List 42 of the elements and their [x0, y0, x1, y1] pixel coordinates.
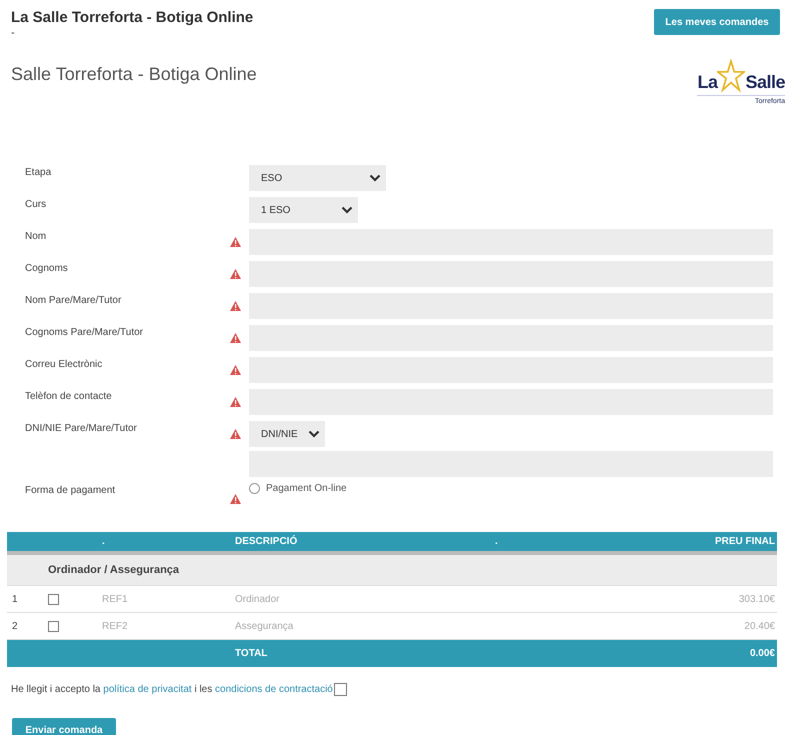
select-field[interactable]: 1 ESO [249, 197, 358, 223]
field-label: Nom [25, 230, 48, 244]
total-value: 0.00€ [750, 648, 776, 659]
field-label: Etapa [25, 166, 52, 180]
radio-button[interactable] [249, 483, 260, 494]
radio-label[interactable]: Pagament On-line [266, 483, 347, 494]
field-label: Curs [25, 198, 48, 212]
chevron-down-icon [341, 206, 353, 214]
column-header: . [495, 536, 499, 547]
checkbox[interactable] [48, 594, 59, 604]
link[interactable]: política de privacitat [103, 684, 192, 695]
table-cell-text: Assegurança [235, 620, 294, 632]
column-header: . [101, 536, 106, 547]
field-label: Cognoms [25, 262, 69, 276]
agreement-text: He llegit i accepto la política de privacitat i les condicions de contractació [11, 684, 333, 695]
column-header: DESCRIPCIÓ [235, 536, 298, 547]
table-cell-text: REF1 [102, 594, 129, 604]
checkbox[interactable] [334, 683, 347, 696]
table-cell-text: 20.40€ [744, 620, 776, 632]
select-field[interactable]: ESO [249, 165, 386, 191]
field-label: Telèfon de contacte [25, 390, 113, 404]
group-title: Ordinador / Assegurança [48, 564, 180, 576]
chevron-down-icon [369, 174, 381, 182]
site-subtitle: - [11, 27, 16, 39]
chevron-down-icon [308, 430, 320, 438]
field-label: Correu Electrònic [25, 358, 104, 372]
column-header: PREU FINAL [715, 536, 776, 547]
table-cell-text: REF2 [102, 620, 129, 632]
field-label: DNI/NIE Pare/Mare/Tutor [25, 422, 138, 436]
site-title: La Salle Torreforta - Botiga Online [11, 9, 254, 26]
page-title: Salle Torreforta - Botiga Online [11, 64, 257, 85]
table-cell-text: 2 [11, 620, 19, 632]
table-cell-text: 303.10€ [738, 594, 776, 604]
select-field[interactable]: DNI/NIE [249, 421, 325, 447]
table-cell-text: Ordinador [235, 594, 280, 604]
total-label: TOTAL [235, 648, 268, 659]
field-label: Nom Pare/Mare/Tutor [25, 294, 122, 308]
checkbox[interactable] [48, 620, 59, 632]
link[interactable]: condicions de contractació [215, 684, 333, 695]
table-cell-text: 1 [11, 594, 19, 604]
field-label: Forma de pagament [25, 484, 116, 498]
field-label: Cognoms Pare/Mare/Tutor [25, 326, 144, 340]
